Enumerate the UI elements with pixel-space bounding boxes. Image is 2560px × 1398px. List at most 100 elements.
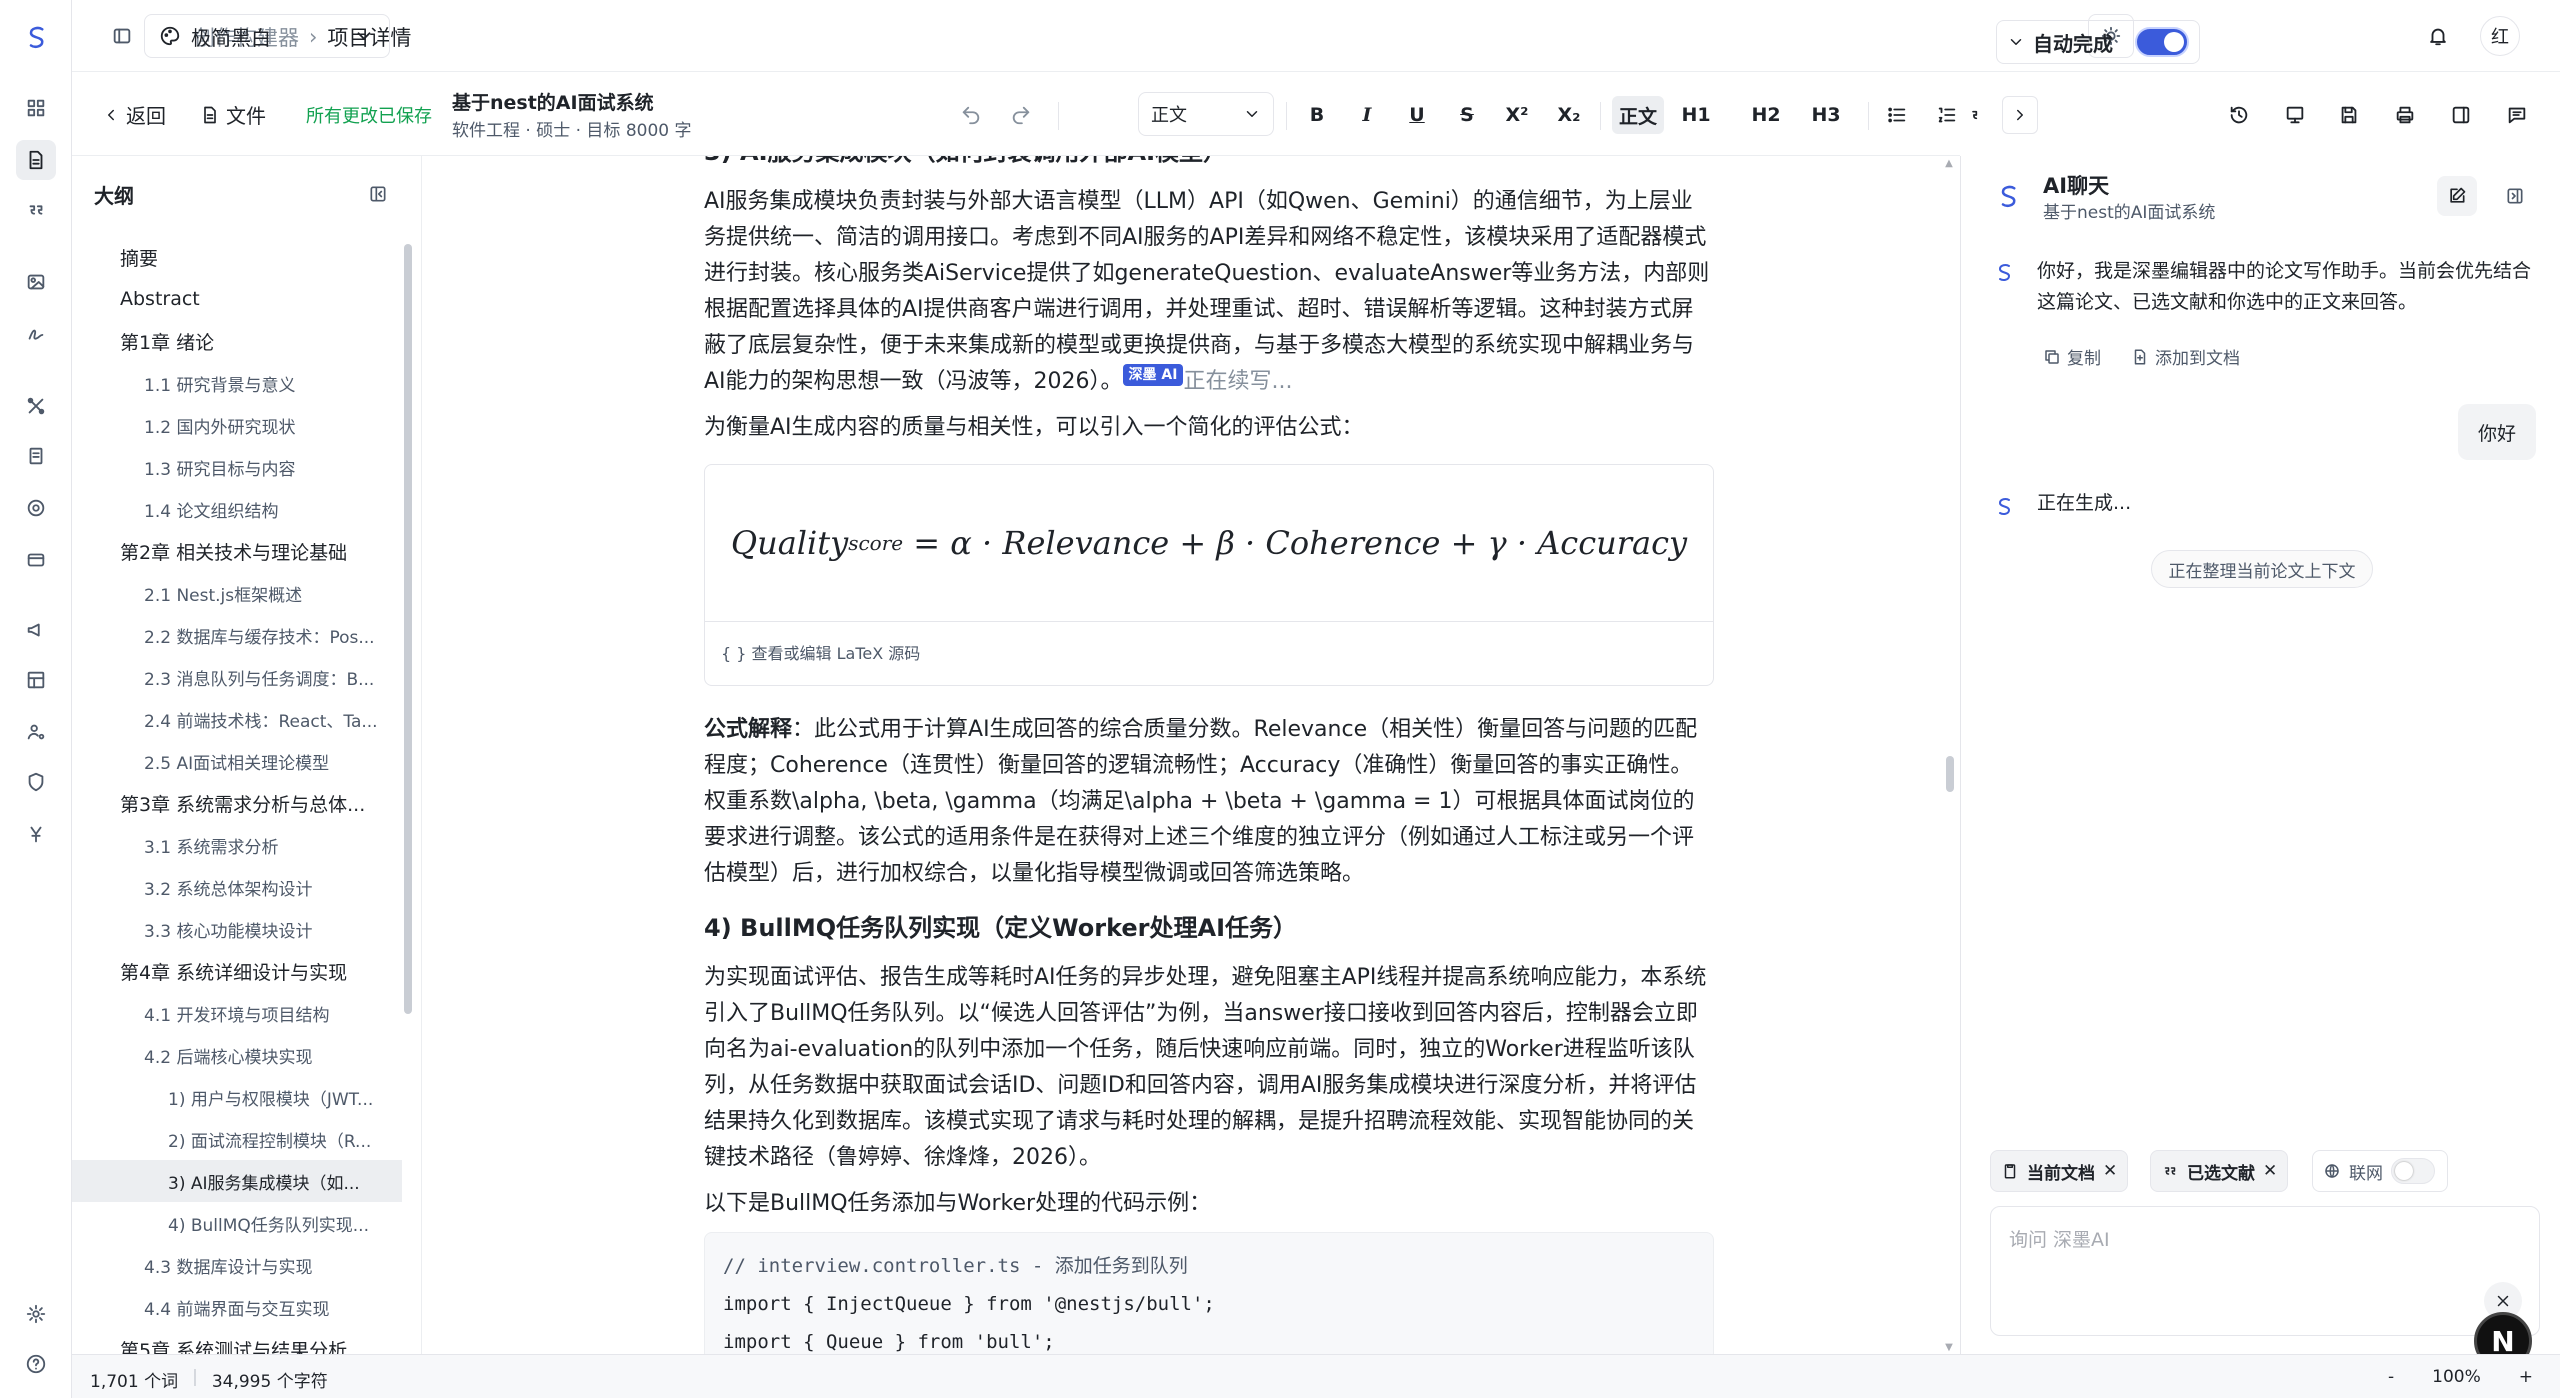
user-settings-icon[interactable]	[16, 712, 56, 752]
outline-item[interactable]: 2.2 数据库与缓存技术：Pos...	[72, 614, 402, 656]
scroll-down-icon[interactable]: ▼	[1942, 1340, 1956, 1354]
outline-item[interactable]: 1.3 研究目标与内容	[72, 446, 402, 488]
heading-3-button[interactable]: H3	[1804, 96, 1848, 134]
quote-icon[interactable]	[16, 190, 56, 230]
dashboard-icon[interactable]	[16, 88, 56, 128]
outline-item[interactable]: 3) AI服务集成模块（如...	[72, 1160, 402, 1202]
sidebar-toggle-icon[interactable]	[104, 18, 140, 54]
megaphone-icon[interactable]	[16, 610, 56, 650]
templates-icon[interactable]	[16, 660, 56, 700]
billing-icon[interactable]	[16, 540, 56, 580]
remove-chip-icon[interactable]: ✕	[2103, 1161, 2117, 1181]
web-search-chip[interactable]: 联网	[2312, 1150, 2448, 1192]
underline-button[interactable]: U	[1398, 96, 1436, 134]
autocomplete-switch[interactable]	[2135, 27, 2189, 57]
outline-item[interactable]: 2.4 前端技术栈：React、Ta...	[72, 698, 402, 740]
new-chat-icon[interactable]	[2437, 176, 2477, 216]
bell-icon[interactable]	[2420, 18, 2456, 54]
numbered-list-icon[interactable]	[1928, 96, 1966, 134]
web-search-switch[interactable]	[2391, 1158, 2435, 1184]
outline-item[interactable]: 1.1 研究背景与意义	[72, 362, 402, 404]
subscript-button[interactable]: X₂	[1550, 96, 1588, 134]
file-menu-button[interactable]: 文件	[200, 100, 266, 129]
quote-block-icon[interactable]	[1968, 96, 1988, 134]
formula-subscript: score	[848, 531, 904, 555]
outline-item[interactable]: 3.3 核心功能模块设计	[72, 908, 402, 950]
image-icon[interactable]	[16, 262, 56, 302]
comment-icon[interactable]	[2498, 96, 2536, 134]
outline-item[interactable]: Abstract	[72, 278, 402, 320]
paragraph-style-select[interactable]: 正文	[1138, 92, 1274, 136]
presentation-icon[interactable]	[2276, 96, 2314, 134]
toolbar-more-chevron-icon[interactable]	[2002, 96, 2038, 134]
support-icon[interactable]	[16, 488, 56, 528]
formula-block[interactable]: Quality score = α · Relevance + β · Coher…	[704, 464, 1714, 686]
shield-icon[interactable]	[16, 762, 56, 802]
back-button[interactable]: 返回	[102, 100, 166, 129]
superscript-button[interactable]: X²	[1498, 96, 1536, 134]
document-editor[interactable]: 3) AI服务集成模块（如何封装调用外部AI模型） AI服务集成模块负责封装与外…	[422, 156, 1960, 1354]
outline-item[interactable]: 摘要	[72, 236, 402, 278]
outline-item[interactable]: 3.1 系统需求分析	[72, 824, 402, 866]
outline-item[interactable]: 2.3 消息队列与任务调度：B...	[72, 656, 402, 698]
outline-item[interactable]: 3.2 系统总体架构设计	[72, 866, 402, 908]
outline-item[interactable]: 第2章 相关技术与理论基础	[72, 530, 402, 572]
scroll-up-icon[interactable]: ▲	[1942, 156, 1956, 170]
avatar[interactable]: 红	[2480, 16, 2520, 56]
notes-icon[interactable]	[16, 436, 56, 476]
body-text-button[interactable]: 正文	[1612, 96, 1664, 134]
outline-item[interactable]: 2.1 Nest.js框架概述	[72, 572, 402, 614]
clipboard-icon	[2001, 1162, 2019, 1180]
document-icon[interactable]	[16, 140, 56, 180]
autocomplete-toggle[interactable]: 自动完成	[1996, 20, 2200, 64]
outline-item[interactable]: 第1章 绪论	[72, 320, 402, 362]
remove-chip-icon[interactable]: ✕	[2263, 1161, 2277, 1181]
outline-item[interactable]: 第4章 系统详细设计与实现	[72, 950, 402, 992]
outline-item[interactable]: 2) 面试流程控制模块（R...	[72, 1118, 402, 1160]
collapse-panel-icon[interactable]	[362, 178, 394, 210]
selected-refs-chip[interactable]: 已选文献 ✕	[2150, 1150, 2289, 1192]
signature-icon[interactable]	[16, 314, 56, 354]
outline-item[interactable]: 1) 用户与权限模块（JWT...	[72, 1076, 402, 1118]
tools-icon[interactable]	[16, 386, 56, 426]
outline-item[interactable]: 4.4 前端界面与交互实现	[72, 1286, 402, 1328]
undo-icon[interactable]	[952, 96, 990, 134]
outline-item[interactable]: 1.2 国内外研究现状	[72, 404, 402, 446]
zoom-out-button[interactable]: -	[2388, 1367, 2394, 1387]
paragraph: 为衡量AI生成内容的质量与相关性，可以引入一个简化的评估公式：	[704, 415, 1364, 440]
heading-2-button[interactable]: H2	[1744, 96, 1788, 134]
chat-input[interactable]: 询问 深墨AI	[1990, 1206, 2540, 1336]
print-icon[interactable]	[2386, 96, 2424, 134]
app-logo-icon[interactable]	[16, 18, 56, 58]
history-icon[interactable]	[2220, 96, 2258, 134]
settings-gear-icon[interactable]	[16, 1294, 56, 1334]
copy-button[interactable]: 复制	[2043, 344, 2101, 369]
bullet-list-icon[interactable]	[1878, 96, 1916, 134]
help-icon[interactable]	[16, 1344, 56, 1384]
outline-item[interactable]: 4.3 数据库设计与实现	[72, 1244, 402, 1286]
outline-item[interactable]: 2.5 AI面试相关理论模型	[72, 740, 402, 782]
save-icon[interactable]	[2330, 96, 2368, 134]
outline-scrollbar[interactable]	[404, 244, 412, 1014]
outline-item[interactable]: 第5章 系统测试与结果分析	[72, 1328, 402, 1355]
close-panel-icon[interactable]	[2495, 176, 2535, 216]
code-line: // interview.controller.ts - 添加任务到队列	[723, 1255, 1188, 1277]
outline-item[interactable]: 4.1 开发环境与项目结构	[72, 992, 402, 1034]
outline-item[interactable]: 4) BullMQ任务队列实现...	[72, 1202, 402, 1244]
layout-panel-icon[interactable]	[2442, 96, 2480, 134]
add-to-doc-button[interactable]: 添加到文档	[2131, 344, 2240, 369]
heading-1-button[interactable]: H1	[1674, 96, 1718, 134]
outline-item[interactable]: 4.2 后端核心模块实现	[72, 1034, 402, 1076]
redo-icon[interactable]	[1002, 96, 1040, 134]
zoom-in-button[interactable]: +	[2519, 1367, 2533, 1387]
bold-button[interactable]: B	[1298, 96, 1336, 134]
current-doc-chip[interactable]: 当前文档 ✕	[1990, 1150, 2129, 1192]
document-scrollbar[interactable]	[1946, 756, 1954, 792]
outline-item[interactable]: 第3章 系统需求分析与总体...	[72, 782, 402, 824]
yen-icon[interactable]	[16, 814, 56, 854]
italic-button[interactable]: I	[1348, 96, 1386, 134]
latex-source-toggle[interactable]: { } 查看或编辑 LaTeX 源码	[705, 621, 1713, 685]
theme-select[interactable]: 极简黑白	[144, 14, 390, 58]
strikethrough-button[interactable]: S	[1448, 96, 1486, 134]
outline-item[interactable]: 1.4 论文组织结构	[72, 488, 402, 530]
